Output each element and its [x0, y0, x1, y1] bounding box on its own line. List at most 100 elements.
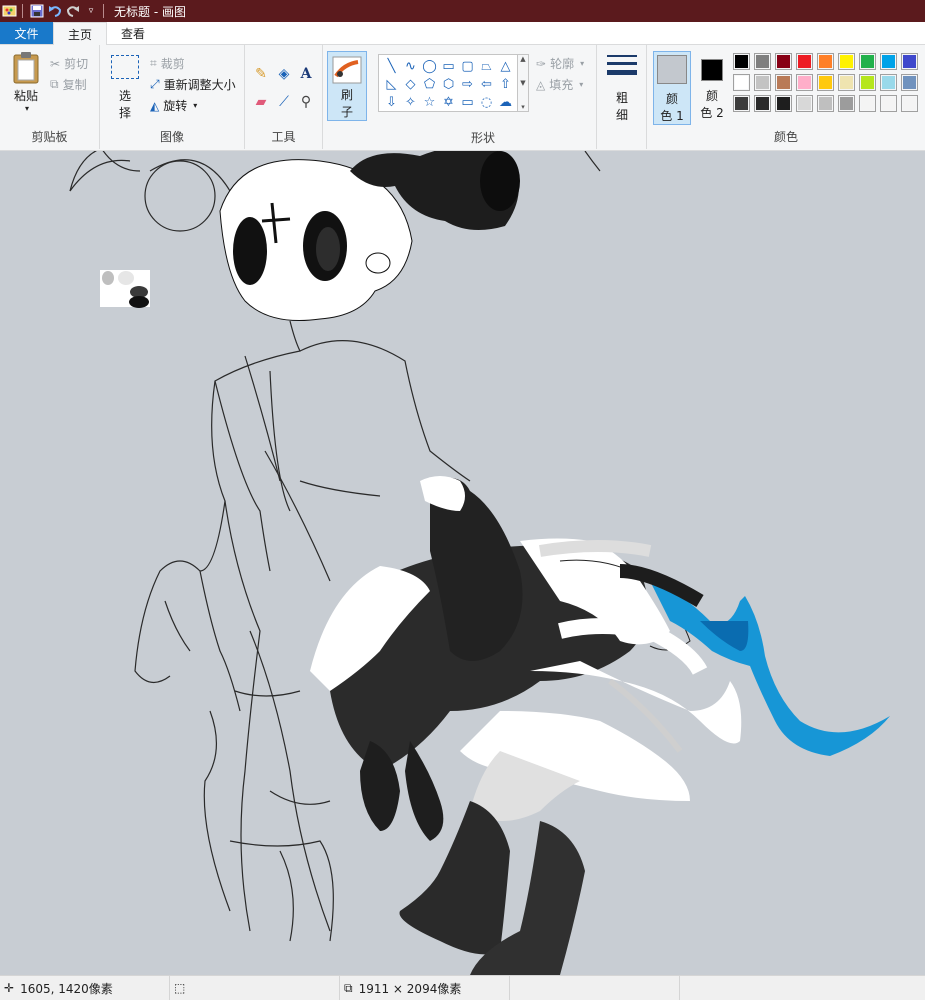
shapes-gallery[interactable]: ╲ ∿ ◯ ▭ ▢ ⏢ △ ◺ ◇ ⬠ ⬡ ⇨ ⇦ ⇧ ⇩ ✧ ☆ ✡ ▭ ◌ …: [378, 54, 518, 112]
color-palette: [733, 53, 925, 117]
rounded-rectangle-shape-icon[interactable]: ▢: [458, 57, 477, 75]
color-swatch[interactable]: [733, 74, 750, 91]
cut-label: 剪切: [64, 57, 89, 71]
tab-file[interactable]: 文件: [0, 22, 53, 44]
left-arrow-shape-icon[interactable]: ⇦: [477, 75, 496, 93]
shapes-gallery-scroll[interactable]: ▲ ▼ ▾: [518, 54, 529, 112]
canvas-artwork[interactable]: [0, 151, 925, 975]
color-swatch[interactable]: [817, 95, 834, 112]
rectangle-shape-icon[interactable]: ▭: [439, 57, 458, 75]
paste-button[interactable]: 粘贴 ▾: [6, 51, 46, 113]
color-swatch[interactable]: [754, 74, 771, 91]
color-swatch-fill: [861, 76, 874, 89]
ribbon-tabs: 文件 主页 查看: [0, 22, 925, 45]
cloud-callout-shape-icon[interactable]: ☁: [496, 93, 515, 111]
color-swatch[interactable]: [880, 74, 897, 91]
color-swatch-fill: [735, 76, 748, 89]
up-arrow-shape-icon[interactable]: ⇧: [496, 75, 515, 93]
size-button[interactable]: 粗 细: [605, 55, 639, 123]
tab-view[interactable]: 查看: [107, 22, 159, 44]
color-swatch[interactable]: [754, 53, 771, 70]
tools-group: ✎ ◈ A ▰ ⟋ ⚲ 工具: [245, 45, 323, 149]
outline-label: 轮廓: [550, 57, 575, 71]
select-button[interactable]: 选 择: [108, 55, 142, 121]
text-tool-icon[interactable]: A: [297, 65, 315, 83]
six-point-star-shape-icon[interactable]: ✡: [439, 93, 458, 111]
cut-button[interactable]: ✂ 剪切: [50, 55, 88, 72]
crop-label: 裁剪: [160, 57, 185, 71]
color-swatch[interactable]: [796, 95, 813, 112]
drawing-canvas[interactable]: [0, 151, 925, 975]
color-swatch[interactable]: [775, 74, 792, 91]
oval-callout-shape-icon[interactable]: ◌: [477, 93, 496, 111]
color2-button[interactable]: 颜 色 2: [697, 59, 727, 121]
color-swatch[interactable]: [880, 53, 897, 70]
color-swatch[interactable]: [859, 74, 876, 91]
color-swatch[interactable]: [775, 95, 792, 112]
scroll-up-icon[interactable]: ▲: [520, 55, 525, 63]
color-swatch[interactable]: [859, 53, 876, 70]
color-picker-icon[interactable]: ⟋: [275, 93, 293, 111]
fill-button[interactable]: ◬ 填充 ▾: [536, 76, 583, 93]
right-arrow-shape-icon[interactable]: ⇨: [458, 75, 477, 93]
oval-shape-icon[interactable]: ◯: [420, 57, 439, 75]
four-point-star-shape-icon[interactable]: ✧: [401, 93, 420, 111]
diamond-shape-icon[interactable]: ◇: [401, 75, 420, 93]
color-swatch[interactable]: [859, 95, 876, 112]
color2-label-line1: 颜: [705, 89, 718, 103]
color-swatch[interactable]: [796, 74, 813, 91]
color-swatch[interactable]: [775, 53, 792, 70]
brush-icon: [332, 56, 362, 84]
save-icon[interactable]: [29, 3, 45, 19]
copy-button[interactable]: ⧉ 复制: [50, 76, 87, 93]
pencil-icon[interactable]: ✎: [252, 65, 270, 83]
color-swatch[interactable]: [901, 53, 918, 70]
color-swatch[interactable]: [838, 74, 855, 91]
tab-home[interactable]: 主页: [53, 22, 108, 45]
undo-icon[interactable]: [47, 3, 63, 19]
triangle-shape-icon[interactable]: △: [496, 57, 515, 75]
resize-button[interactable]: ⤢ 重新调整大小: [150, 76, 236, 93]
crop-button[interactable]: ⌗ 裁剪: [150, 55, 185, 72]
outline-button[interactable]: ✑ 轮廓 ▾: [536, 55, 584, 72]
hexagon-shape-icon[interactable]: ⬡: [439, 75, 458, 93]
color-swatch[interactable]: [817, 53, 834, 70]
customize-quick-access-icon[interactable]: ▿: [83, 3, 99, 19]
rect-callout-shape-icon[interactable]: ▭: [458, 93, 477, 111]
color-swatch[interactable]: [901, 95, 918, 112]
expand-gallery-icon[interactable]: ▾: [521, 103, 525, 111]
color-swatch[interactable]: [838, 53, 855, 70]
chevron-down-icon: ▾: [579, 80, 584, 89]
color1-button[interactable]: 颜 色 1: [653, 51, 691, 125]
rotate-button[interactable]: ◭ 旋转 ▾: [150, 97, 197, 114]
color-swatch[interactable]: [838, 95, 855, 112]
color-swatch[interactable]: [733, 53, 750, 70]
redo-icon[interactable]: [65, 3, 81, 19]
right-triangle-shape-icon[interactable]: ◺: [382, 75, 401, 93]
curve-shape-icon[interactable]: ∿: [401, 57, 420, 75]
pentagon-shape-icon[interactable]: ⬠: [420, 75, 439, 93]
color-swatch[interactable]: [754, 95, 771, 112]
chevron-down-icon: ▾: [24, 104, 29, 113]
color-swatch[interactable]: [880, 95, 897, 112]
color-swatch-fill: [840, 97, 853, 110]
selection-size-cell: ⬚: [170, 976, 340, 1000]
five-point-star-shape-icon[interactable]: ☆: [420, 93, 439, 111]
fill-bucket-icon[interactable]: ◈: [275, 65, 293, 83]
color-swatch[interactable]: [817, 74, 834, 91]
color-swatch[interactable]: [796, 53, 813, 70]
color-swatch[interactable]: [733, 95, 750, 112]
eraser-icon[interactable]: ▰: [252, 93, 270, 111]
scroll-down-icon[interactable]: ▼: [520, 79, 525, 87]
color-swatch[interactable]: [901, 74, 918, 91]
line-shape-icon[interactable]: ╲: [382, 57, 401, 75]
color-swatch-fill: [777, 97, 790, 110]
brushes-button[interactable]: 刷 子: [327, 51, 367, 121]
paint-app-icon[interactable]: [2, 3, 18, 19]
color-swatch-fill: [840, 76, 853, 89]
copy-icon: ⧉: [50, 77, 59, 91]
magnifier-icon[interactable]: ⚲: [297, 93, 315, 111]
polygon-shape-icon[interactable]: ⏢: [477, 57, 496, 75]
colors-group-label: 颜色: [773, 130, 798, 144]
down-arrow-shape-icon[interactable]: ⇩: [382, 93, 401, 111]
